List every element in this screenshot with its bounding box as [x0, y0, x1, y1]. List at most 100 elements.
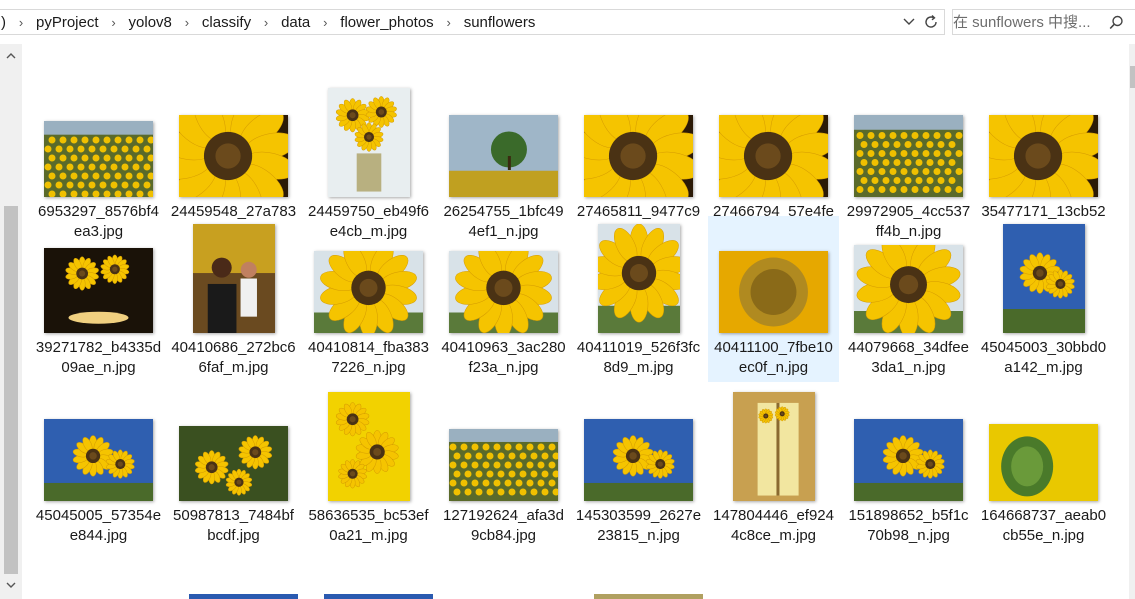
file-grid: 6953297_8576bf4ea3.jpg24459548_27a783fed… [22, 44, 1129, 599]
sunflower-thumbnail [44, 419, 153, 501]
thumbnail-frame [178, 390, 289, 501]
sunflower-thumbnail [327, 392, 410, 501]
thumbnail-frame [313, 86, 424, 197]
address-history-dropdown[interactable] [900, 10, 918, 34]
file-name-label: 145303599_2627e23815_n.jpg [575, 507, 702, 544]
refresh-button[interactable] [918, 10, 944, 34]
sunflower-thumbnail [584, 115, 693, 197]
sunflower-thumbnail [854, 115, 963, 197]
sunflower-thumbnail [1002, 224, 1085, 333]
sunflower-thumbnail [314, 251, 423, 333]
chevron-right-icon[interactable]: › [253, 15, 279, 30]
thumbnail-frame [43, 390, 154, 501]
file-item[interactable]: 50987813_7484bfbcdf.jpg [168, 384, 299, 550]
breadcrumb-yolov8[interactable]: yolov8 [127, 14, 174, 31]
file-name-label: 45045005_57354ee844.jpg [35, 507, 162, 544]
file-item[interactable]: 147804446_ef9244c8ce_m.jpg [708, 384, 839, 550]
thumbnail-frame [853, 390, 964, 501]
thumbnail-partial [189, 594, 298, 599]
breadcrumb-sunflowers[interactable]: sunflowers [462, 14, 538, 31]
breadcrumb-classify[interactable]: classify [200, 14, 253, 31]
file-name-label: 40410814_fba3837226_n.jpg [308, 339, 429, 376]
breadcrumb-overflow[interactable]: ) [0, 14, 8, 31]
right-scrollbar-track[interactable] [1129, 44, 1135, 599]
file-item[interactable]: 40411100_7fbe10ec0f_n.jpg [708, 216, 839, 382]
sunflower-thumbnail [719, 115, 828, 197]
file-name-label: 44079668_34dfee3da1_n.jpg [848, 339, 969, 376]
sunflower-thumbnail [327, 88, 410, 197]
file-item[interactable]: 145303599_2627e23815_n.jpg [573, 384, 704, 550]
breadcrumb-data[interactable]: data [279, 14, 312, 31]
thumbnail-frame [718, 86, 829, 197]
thumbnail-frame [583, 390, 694, 501]
chevron-right-icon[interactable]: › [101, 15, 127, 30]
thumbnail-frame [583, 86, 694, 197]
thumbnail-frame [313, 390, 424, 501]
search-box[interactable] [952, 9, 1135, 35]
sunflower-thumbnail [989, 115, 1098, 197]
thumbnail-partial [324, 594, 433, 599]
breadcrumb-pyproject[interactable]: pyProject [34, 14, 101, 31]
file-name-label: 58636535_bc53ef0a21_m.jpg [308, 507, 429, 544]
search-input[interactable] [953, 13, 1103, 31]
vertical-scrollbar[interactable] [0, 44, 22, 599]
thumbnail-frame [448, 390, 559, 501]
thumbnail-frame [988, 390, 1099, 501]
file-item[interactable]: 151898652_b5f1c70b98_n.jpg [843, 384, 974, 550]
sunflower-thumbnail [179, 115, 288, 197]
file-name-label: 164668737_aeab0cb55e_n.jpg [980, 507, 1107, 544]
thumbnail-frame [718, 222, 829, 333]
breadcrumb[interactable]: ) › pyProject › yolov8 › classify › data… [0, 9, 945, 35]
file-item[interactable]: 44079668_34dfee3da1_n.jpg [843, 216, 974, 382]
sunflower-thumbnail [192, 224, 275, 333]
file-item[interactable]: 40410814_fba3837226_n.jpg [303, 216, 434, 382]
sunflower-thumbnail [584, 419, 693, 501]
sunflower-thumbnail [449, 251, 558, 333]
sunflower-thumbnail [44, 248, 153, 333]
thumbnail-frame [988, 222, 1099, 333]
file-item[interactable]: 164668737_aeab0cb55e_n.jpg [978, 384, 1109, 550]
scroll-thumb[interactable] [4, 206, 18, 574]
file-item[interactable]: 45045003_30bbd0a142_m.jpg [978, 216, 1109, 382]
thumbnail-frame [178, 86, 289, 197]
scroll-up-button[interactable] [4, 48, 18, 62]
right-scroll-thumb[interactable] [1130, 66, 1135, 88]
thumbnail-frame [43, 222, 154, 333]
file-item[interactable]: 40410963_3ac280f23a_n.jpg [438, 216, 569, 382]
sunflower-thumbnail [989, 424, 1098, 501]
breadcrumb-flower-photos[interactable]: flower_photos [338, 14, 435, 31]
file-item[interactable]: 127192624_afa3d9cb84.jpg [438, 384, 569, 550]
chevron-right-icon[interactable]: › [436, 15, 462, 30]
search-icon[interactable] [1103, 10, 1129, 34]
thumbnail-frame [853, 86, 964, 197]
file-name-label: 40411100_7fbe10ec0f_n.jpg [714, 339, 833, 376]
scroll-down-button[interactable] [4, 578, 18, 592]
sunflower-thumbnail [732, 392, 815, 501]
file-item[interactable]: 45045005_57354ee844.jpg [33, 384, 164, 550]
chevron-right-icon[interactable]: › [312, 15, 338, 30]
file-item[interactable]: 40411019_526f3fc8d9_m.jpg [573, 216, 704, 382]
file-item[interactable]: 58636535_bc53ef0a21_m.jpg [303, 384, 434, 550]
address-bar-row: ) › pyProject › yolov8 › classify › data… [0, 0, 1135, 44]
file-name-label: 40411019_526f3fc8d9_m.jpg [576, 339, 701, 376]
file-explorer-window: ) › pyProject › yolov8 › classify › data… [0, 0, 1135, 599]
chevron-down-icon [6, 582, 16, 588]
file-item[interactable]: 39271782_b4335d09ae_n.jpg [33, 216, 164, 382]
thumbnail-frame [448, 86, 559, 197]
sunflower-thumbnail [449, 115, 558, 197]
sunflower-thumbnail [597, 224, 680, 333]
sunflower-thumbnail [719, 251, 828, 333]
chevron-right-icon[interactable]: › [8, 15, 34, 30]
file-name-label: 40410686_272bc66faf_m.jpg [171, 339, 296, 376]
thumbnail-frame [583, 222, 694, 333]
file-name-label: 151898652_b5f1c70b98_n.jpg [848, 507, 969, 544]
chevron-right-icon[interactable]: › [174, 15, 200, 30]
thumbnail-partial [594, 594, 703, 599]
file-item[interactable]: 40410686_272bc66faf_m.jpg [168, 216, 299, 382]
file-name-label: 45045003_30bbd0a142_m.jpg [980, 339, 1107, 376]
thumbnail-frame [853, 222, 964, 333]
sunflower-thumbnail [179, 426, 288, 501]
thumbnail-frame [718, 390, 829, 501]
sunflower-thumbnail [44, 121, 153, 197]
thumbnail-frame [448, 222, 559, 333]
